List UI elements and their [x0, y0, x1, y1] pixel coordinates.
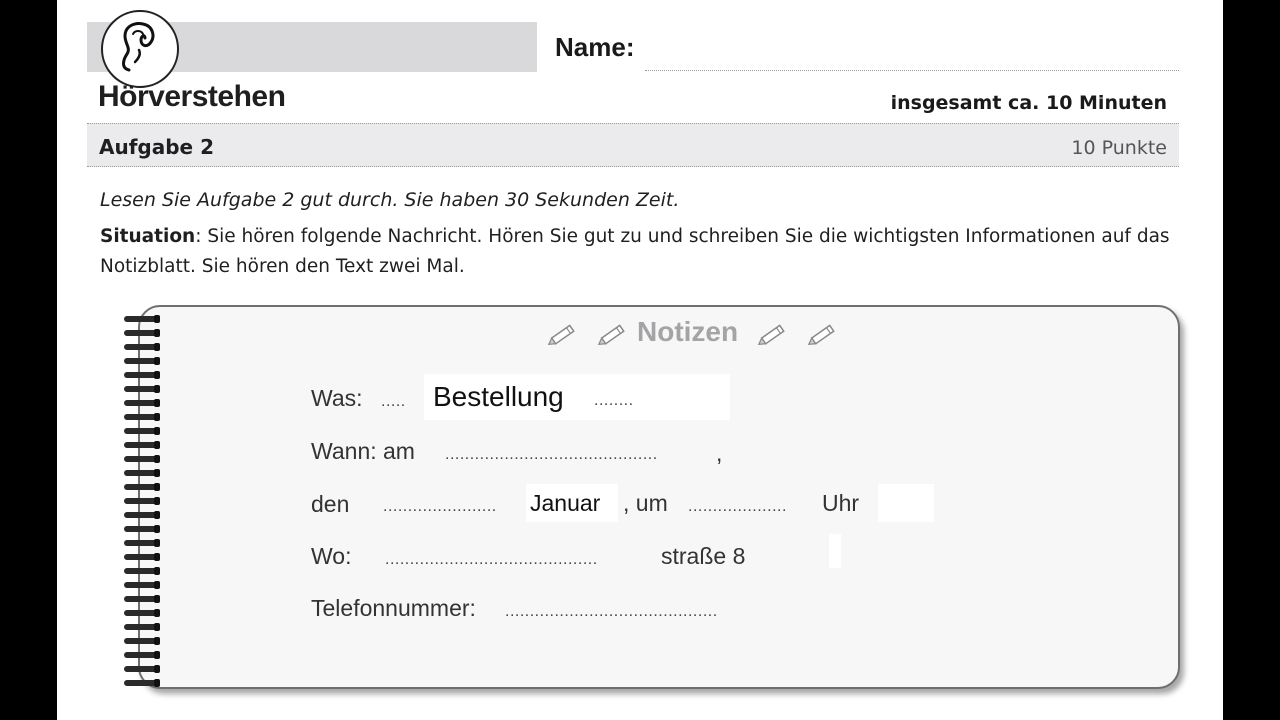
situation-line1: : Sie hören folgende Nachricht. Hören Si…: [195, 226, 1170, 247]
wann-dots[interactable]: ........................................…: [445, 446, 658, 464]
was-answer-text: Bestellung: [433, 381, 564, 412]
was-dots-after: ........: [594, 392, 634, 409]
pencil-icon: [547, 324, 575, 346]
task-points: 10 Punkte: [1071, 137, 1167, 159]
pencil-icon: [757, 324, 785, 346]
wo-blank: [829, 534, 841, 568]
was-answer[interactable]: Bestellung ........: [424, 374, 730, 420]
name-label: Name:: [555, 32, 635, 62]
wo-dots[interactable]: ........................................…: [385, 551, 598, 569]
situation-label: Situation: [100, 226, 196, 247]
den-dots[interactable]: .......................: [383, 498, 497, 516]
situation-text: Situation: Sie hören folgende Nachricht.…: [100, 222, 1190, 282]
den-answer[interactable]: Januar: [526, 484, 618, 522]
page-title: Hörverstehen: [98, 80, 286, 113]
pencil-icon: [807, 324, 835, 346]
notepad-title: Notizen: [637, 316, 739, 347]
task-header: Aufgabe 2 10 Punkte: [87, 123, 1179, 167]
was-label: Was:: [311, 385, 363, 411]
ear-icon: [101, 10, 179, 88]
um-dots[interactable]: ....................: [688, 498, 787, 516]
instruction-text: Lesen Sie Aufgabe 2 gut durch. Sie haben…: [100, 189, 680, 211]
wo-label: Wo:: [311, 543, 352, 569]
total-time: insgesamt ca. 10 Minuten: [890, 92, 1167, 114]
wo-answer: straße 8: [661, 543, 746, 569]
uhr-label: Uhr: [822, 490, 860, 516]
den-answer-text: Januar: [530, 490, 601, 516]
pencil-icon: [597, 324, 625, 346]
wann-label: Wann: am: [311, 438, 415, 464]
uhr-blank: [878, 484, 934, 522]
name-line[interactable]: [645, 70, 1179, 71]
spiral-binding: [124, 312, 164, 688]
situation-line2: Notizblatt. Sie hören den Text zwei Mal.: [100, 256, 465, 277]
tel-dots[interactable]: ........................................…: [505, 603, 718, 621]
task-title: Aufgabe 2: [99, 135, 214, 159]
tel-label: Telefonnummer:: [311, 595, 476, 621]
den-label: den: [311, 491, 350, 517]
um-label: , um: [623, 490, 668, 516]
was-dots-before: .....: [381, 393, 406, 410]
wann-comma: ,: [716, 440, 723, 466]
